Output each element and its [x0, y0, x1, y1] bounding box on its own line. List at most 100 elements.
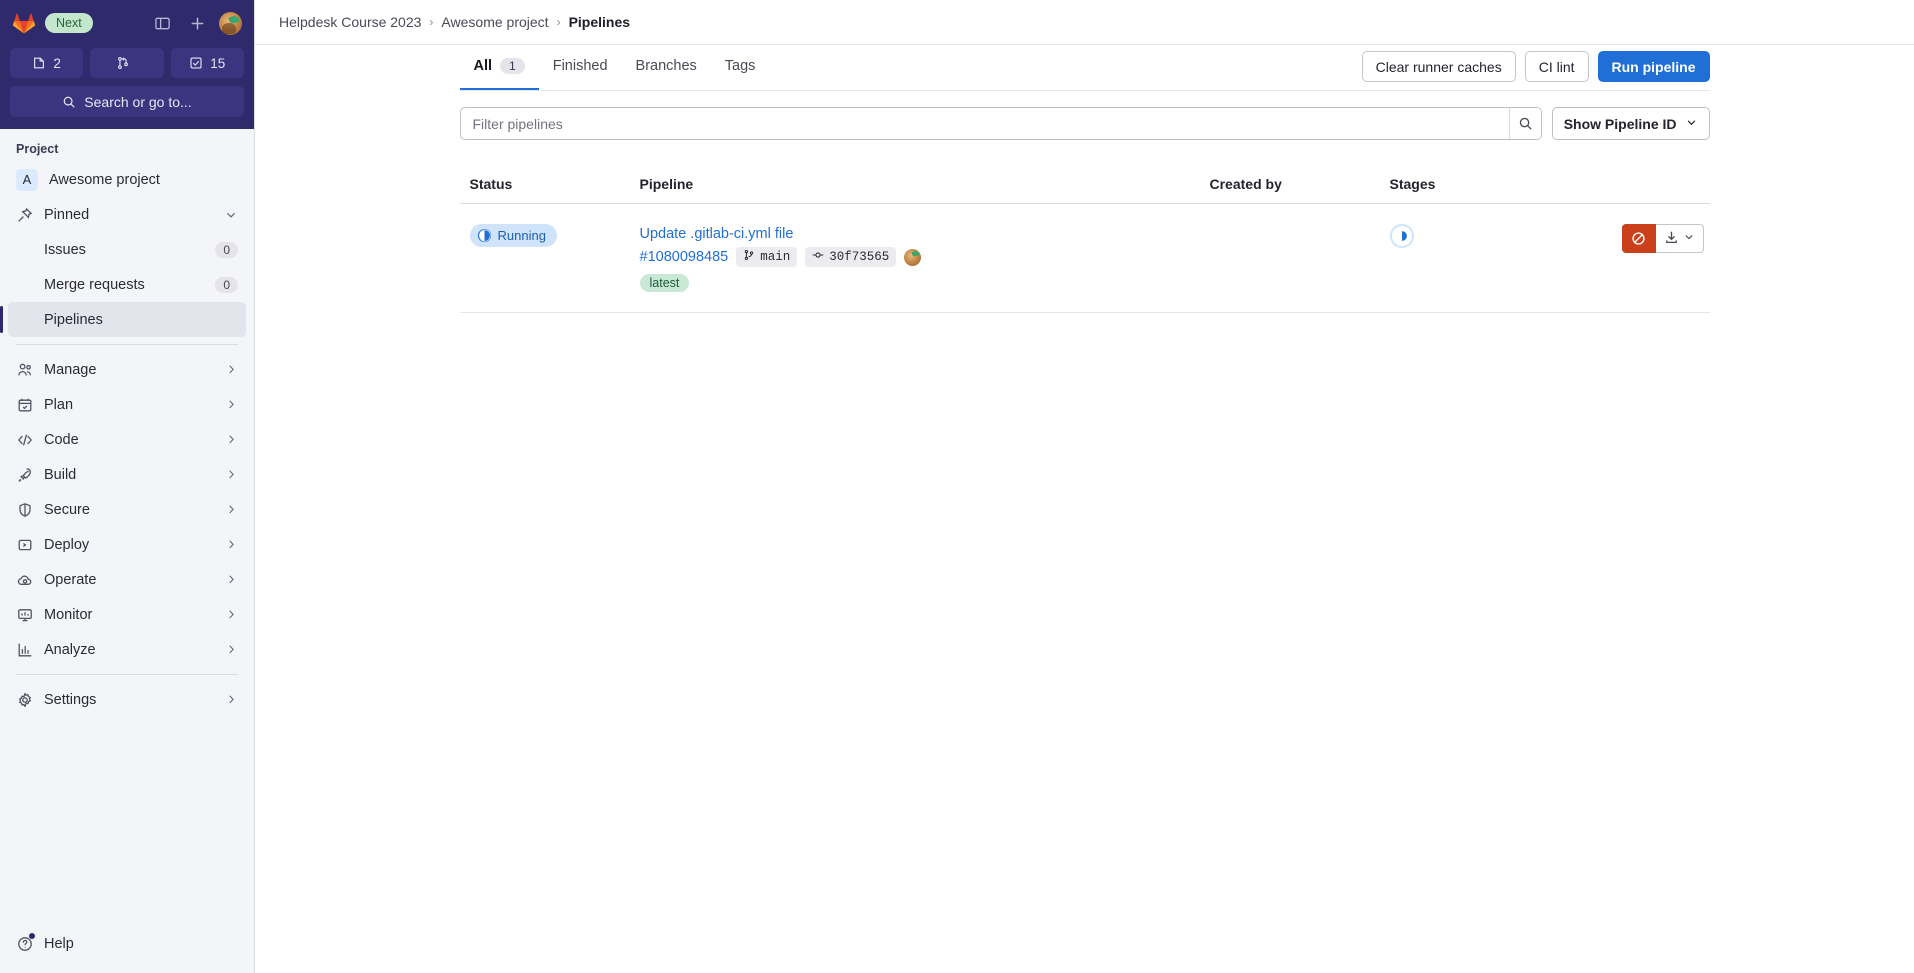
tab-finished[interactable]: Finished [539, 45, 622, 90]
table-row: Running Update .gitlab-ci.yml file #1080… [459, 204, 1710, 313]
sidebar-item-label: Awesome project [49, 171, 160, 188]
sidebar-nav: Project A Awesome project Pinned Issues [0, 129, 254, 926]
chevron-right-icon [225, 468, 238, 481]
sidebar-item-help[interactable]: Help [8, 926, 246, 961]
sidebar-counters: 2 15 [10, 48, 244, 78]
shield-icon [16, 501, 33, 518]
user-avatar[interactable] [219, 11, 242, 35]
column-header-pipeline: Pipeline [639, 175, 694, 192]
breadcrumb-item-group[interactable]: Helpdesk Course 2023 [279, 14, 421, 30]
tab-count-badge: 1 [500, 58, 525, 74]
sidebar-item-code[interactable]: Code [8, 422, 246, 457]
app-root: Next 2 15 Search or go to... Project A A… [0, 0, 1914, 973]
sidebar-item-operate[interactable]: Operate [8, 562, 246, 597]
chevron-down-icon[interactable] [224, 208, 238, 222]
chevron-right-icon [225, 363, 238, 376]
cancel-pipeline-button[interactable] [1621, 224, 1656, 253]
sidebar-item-merge-requests[interactable]: Merge requests 0 [8, 267, 246, 302]
sidebar-item-build[interactable]: Build [8, 457, 246, 492]
sidebar-item-issues[interactable]: Issues 0 [8, 232, 246, 267]
pipeline-commit-chip[interactable]: 30f73565 [805, 247, 897, 267]
search-input[interactable]: Search or go to... [10, 86, 244, 117]
toggle-sidebar-icon[interactable] [149, 10, 175, 36]
sidebar-item-label: Monitor [44, 606, 93, 623]
tab-branches[interactable]: Branches [622, 45, 711, 90]
cell-stages [1389, 224, 1550, 248]
calendar-icon [16, 396, 33, 413]
sidebar-item-manage[interactable]: Manage [8, 352, 246, 387]
sidebar-item-count: 0 [215, 276, 238, 293]
sidebar-item-plan[interactable]: Plan [8, 387, 246, 422]
question-circle-icon [16, 933, 35, 952]
tab-label: Tags [724, 58, 756, 74]
plus-icon[interactable] [184, 10, 210, 36]
breadcrumb-separator: › [429, 15, 434, 29]
sidebar-item-label: Operate [44, 571, 97, 588]
tabs: All 1 Finished Branches Tags [459, 45, 770, 90]
sidebar-divider-2 [16, 674, 238, 675]
status-badge[interactable]: Running [469, 224, 557, 247]
sidebar-section-title: Project [16, 142, 59, 156]
project-avatar: A [16, 168, 38, 191]
commit-sha: 30f73565 [829, 250, 890, 264]
run-pipeline-button[interactable]: Run pipeline [1597, 51, 1710, 82]
deploy-icon [16, 536, 33, 553]
sidebar-item-secure[interactable]: Secure [8, 492, 246, 527]
sidebar-item-analyze[interactable]: Analyze [8, 632, 246, 667]
sidebar-item-deploy[interactable]: Deploy [8, 527, 246, 562]
sidebar-item-label: Plan [44, 396, 74, 413]
filter-pipelines-field[interactable] [459, 107, 1542, 140]
column-header-created-by: Created by [1209, 175, 1282, 192]
sidebar-divider [16, 344, 238, 345]
sidebar-item-label: Code [44, 431, 79, 448]
merge-requests-counter[interactable] [90, 48, 164, 78]
todos-counter[interactable]: 15 [170, 48, 244, 78]
sidebar-item-monitor[interactable]: Monitor [8, 597, 246, 632]
sidebar-item-label: Pipelines [44, 311, 103, 328]
sidebar-brand-row: Next [10, 8, 244, 38]
filter-bar: Show Pipeline ID [459, 107, 1710, 140]
chevron-down-icon [1685, 116, 1698, 132]
tab-tags[interactable]: Tags [711, 45, 770, 90]
users-icon [16, 361, 33, 378]
breadcrumb-item-project[interactable]: Awesome project [441, 14, 548, 30]
breadcrumb: Helpdesk Course 2023 › Awesome project ›… [255, 0, 1914, 45]
cell-row-actions [1550, 224, 1710, 253]
sidebar-item-label: Build [44, 466, 77, 483]
chevron-right-icon [225, 538, 238, 551]
tab-all[interactable]: All 1 [459, 45, 539, 90]
sidebar-item-settings[interactable]: Settings [8, 682, 246, 717]
download-icon [1664, 230, 1679, 248]
commit-author-avatar[interactable] [904, 248, 922, 266]
cell-status: Running [460, 224, 640, 248]
pipeline-actions: Clear runner caches CI lint Run pipeline [1361, 51, 1710, 90]
sidebar-item-label: Pinned [44, 206, 90, 223]
filter-pipelines-input[interactable] [460, 108, 1509, 139]
breadcrumb-separator: › [556, 15, 561, 29]
download-artifacts-button[interactable] [1655, 224, 1704, 253]
sidebar-item-pinned[interactable]: Pinned [8, 197, 246, 232]
show-pipeline-id-dropdown[interactable]: Show Pipeline ID [1551, 107, 1710, 140]
pipeline-meta: #1080098485 main 30f73565 [640, 247, 1210, 267]
next-version-pill[interactable]: Next [45, 13, 93, 33]
sidebar-item-project[interactable]: A Awesome project [8, 162, 246, 197]
pipeline-branch-chip[interactable]: main [736, 247, 798, 267]
sidebar-item-label: Help [44, 935, 74, 952]
chart-icon [16, 641, 33, 658]
pipeline-title-link[interactable]: Update .gitlab-ci.yml file [640, 224, 1210, 244]
sidebar-item-label: Issues [44, 241, 86, 258]
chevron-down-icon [1683, 231, 1695, 246]
search-placeholder: Search or go to... [84, 93, 192, 110]
sidebar-item-pipelines[interactable]: Pipelines [0, 302, 246, 337]
ci-lint-button[interactable]: CI lint [1524, 51, 1589, 82]
chevron-right-icon [225, 433, 238, 446]
search-icon[interactable] [1508, 108, 1541, 139]
stage-status-running-icon[interactable] [1389, 224, 1414, 248]
commit-icon [812, 249, 824, 265]
pipeline-id-link[interactable]: #1080098485 [640, 249, 729, 265]
sidebar-header: Next 2 15 Search or go to... [0, 0, 254, 129]
issues-counter[interactable]: 2 [10, 48, 84, 78]
tab-bar: All 1 Finished Branches Tags Clear runne… [459, 45, 1710, 91]
column-header-status: Status [469, 175, 513, 192]
clear-runner-caches-button[interactable]: Clear runner caches [1361, 51, 1516, 82]
